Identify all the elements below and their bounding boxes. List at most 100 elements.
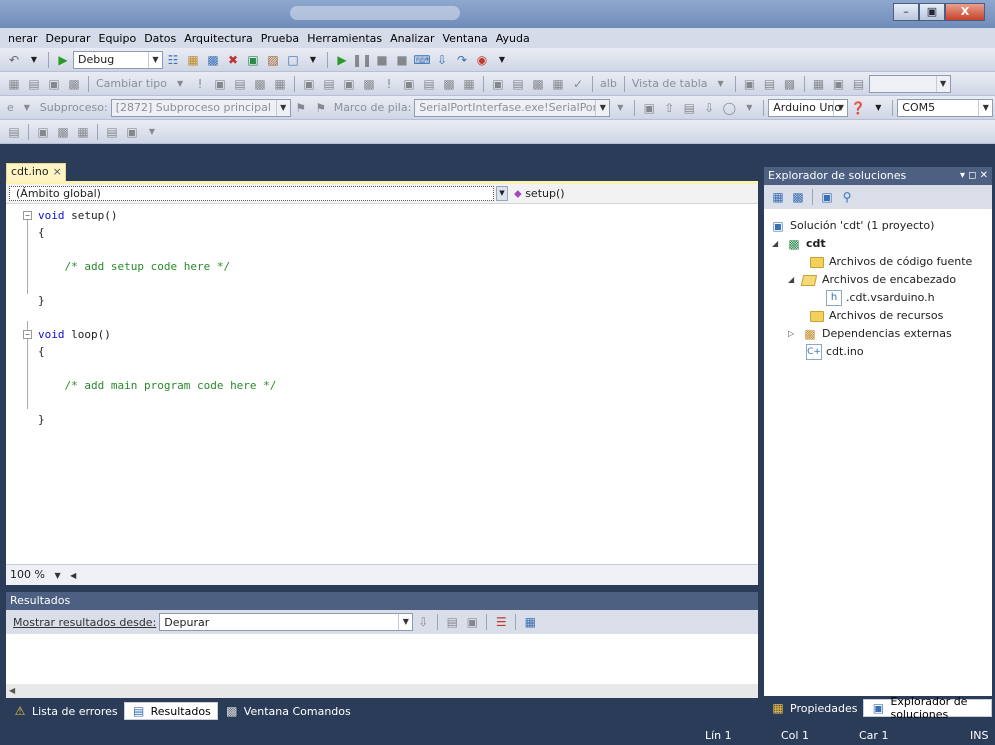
spacing-icon[interactable]: ▩ [55, 124, 71, 140]
menu-equipo[interactable]: Equipo [95, 32, 141, 45]
undo-icon[interactable]: ↶ [6, 52, 22, 68]
output-source-select[interactable]: Depurar ▼ [159, 613, 414, 631]
bookmark-icon[interactable]: ⇩ [701, 100, 717, 116]
results-pane-icon[interactable]: ▩ [361, 76, 377, 92]
object-browser-icon[interactable]: ▨ [265, 52, 281, 68]
key-icon[interactable]: ▩ [530, 76, 546, 92]
board-properties-icon[interactable]: ❓ [850, 100, 866, 116]
menu-prueba[interactable]: Prueba [257, 32, 303, 45]
dropdown-icon[interactable]: ▼ [741, 100, 757, 116]
table-icon[interactable]: ▦ [6, 76, 22, 92]
prev-message-icon[interactable]: ▤ [444, 614, 460, 630]
menu-generar[interactable]: nerar [4, 32, 42, 45]
step-into-icon[interactable]: ⇩ [434, 52, 450, 68]
solution-explorer-icon[interactable]: ▦ [185, 52, 201, 68]
member-select[interactable]: ⬥ setup() [514, 186, 565, 201]
dropdown-icon[interactable]: ▼ [870, 100, 886, 116]
indent-icon[interactable]: ⇧ [661, 100, 677, 116]
scroll-left-icon[interactable]: ◀ [70, 571, 76, 580]
tree-node-project[interactable]: ◢ ▩ cdt [772, 235, 826, 253]
alb-label[interactable]: alb [600, 77, 617, 90]
word-wrap-icon[interactable]: ▦ [522, 614, 538, 630]
dropdown-icon[interactable]: ▼ [612, 100, 628, 116]
change-type-button[interactable]: Cambiar tipo [96, 77, 167, 90]
tab-results[interactable]: ▤ Resultados [123, 702, 218, 720]
relationship-icon[interactable]: ▤ [510, 76, 526, 92]
extension-manager-icon[interactable]: □ [285, 52, 301, 68]
show-all-files-icon[interactable]: ▩ [790, 189, 806, 205]
dropdown-icon[interactable]: ▼ [172, 76, 188, 92]
verify-sql-icon[interactable]: ▣ [212, 76, 228, 92]
add-derived-table-icon[interactable]: ▦ [272, 76, 288, 92]
add-table-icon[interactable]: ▩ [252, 76, 268, 92]
class-view-icon[interactable]: ▣ [245, 52, 261, 68]
tab-error-list[interactable]: ⚠ Lista de errores [6, 702, 124, 720]
properties-icon[interactable]: ▦ [770, 189, 786, 205]
run-icon[interactable]: ! [381, 76, 397, 92]
menu-datos[interactable]: Datos [140, 32, 180, 45]
code-area[interactable]: − void setup() { /* add setup code here *… [6, 207, 758, 428]
sql-icon[interactable]: ▣ [46, 76, 62, 92]
maximize-button[interactable]: ▣ [919, 3, 945, 21]
diagram-pane-icon[interactable]: ▣ [301, 76, 317, 92]
arrange-icon[interactable]: ▩ [782, 76, 798, 92]
menu-herramientas[interactable]: Herramientas [303, 32, 386, 45]
column-icon[interactable]: ▤ [26, 76, 42, 92]
start-debug-icon[interactable]: ▶ [55, 52, 71, 68]
dropdown-icon[interactable]: ▼ [305, 52, 321, 68]
filter-icon[interactable]: ▩ [441, 76, 457, 92]
thread-select[interactable]: [2872] Subproceso principal ▼ [110, 98, 291, 117]
align-icon[interactable]: ▤ [6, 124, 22, 140]
board-select[interactable]: Arduino Uno ▼ [768, 98, 849, 117]
chevron-down-icon[interactable]: ▼ [496, 186, 508, 201]
dropdown-icon[interactable]: ▼ [26, 52, 42, 68]
menu-analizar[interactable]: Analizar [386, 32, 438, 45]
tree-node-resource-files[interactable]: Archivos de recursos [810, 307, 943, 325]
panel-controls[interactable]: ▾ ◻ ✕ [960, 167, 988, 185]
outdent-icon[interactable]: ▤ [681, 100, 697, 116]
clear-all-icon[interactable]: ☰ [493, 614, 509, 630]
results-output[interactable] [6, 634, 758, 684]
collapse-icon[interactable]: − [23, 330, 32, 339]
copy-icon[interactable]: ▦ [461, 76, 477, 92]
empty-select[interactable]: ▼ [868, 74, 951, 93]
toolbox-icon[interactable]: ✖ [225, 52, 241, 68]
tree-node-header-file[interactable]: h .cdt.vsarduino.h [826, 289, 935, 307]
check-icon[interactable]: ✓ [570, 76, 586, 92]
horizontal-scrollbar[interactable]: ◀ [6, 684, 758, 698]
code-editor[interactable]: (Ámbito global) ▼ ⬥ setup() − void setup(… [6, 181, 758, 585]
zoom-level[interactable]: 100 % [10, 568, 45, 581]
tree-node-source-files[interactable]: Archivos de código fuente [810, 253, 972, 271]
tree-node-external-deps[interactable]: ▷ ▩ Dependencias externas [788, 325, 952, 343]
tree-node-ino-file[interactable]: C+ cdt.ino [806, 343, 864, 361]
verify-icon[interactable]: ▣ [401, 76, 417, 92]
lock-controls-icon[interactable]: ▣ [124, 124, 140, 140]
recalc-icon[interactable]: ▤ [851, 76, 867, 92]
page-break-icon[interactable]: ▣ [831, 76, 847, 92]
tree-node-solution[interactable]: ▣ Solución 'cdt' (1 proyecto) [770, 217, 934, 235]
table-view-button[interactable]: Vista de tabla [632, 77, 708, 90]
minimize-button[interactable]: – [893, 3, 919, 21]
find-in-files-icon[interactable]: ☷ [165, 52, 181, 68]
dropdown-icon[interactable]: ▼ [713, 76, 729, 92]
center-icon[interactable]: ▦ [75, 124, 91, 140]
pause-icon[interactable]: ❚❚ [352, 52, 372, 68]
view-class-diagram-icon[interactable]: ⚲ [839, 189, 855, 205]
make-same-size-icon[interactable]: ▣ [35, 124, 51, 140]
continue-icon[interactable]: ▶ [334, 52, 350, 68]
tab-cdt-ino[interactable]: cdt.ino × [6, 163, 66, 181]
port-select[interactable]: COM5 ▼ [897, 98, 994, 117]
chevron-down-icon[interactable]: ▼ [54, 571, 60, 580]
scope-select[interactable]: (Ámbito global) [9, 186, 494, 201]
layout-icon[interactable]: ▣ [490, 76, 506, 92]
menu-depurar[interactable]: Depurar [42, 32, 95, 45]
solution-config-select[interactable]: Debug ▼ [73, 50, 163, 69]
menu-ayuda[interactable]: Ayuda [492, 32, 534, 45]
find-message-icon[interactable]: ⇩ [415, 614, 431, 630]
next-bookmark-icon[interactable]: ◯ [721, 100, 737, 116]
menu-ventana[interactable]: Ventana [439, 32, 492, 45]
refresh-icon[interactable]: ▣ [819, 189, 835, 205]
menu-arquitectura[interactable]: Arquitectura [180, 32, 257, 45]
breakpoint-icon[interactable]: ◉ [474, 52, 490, 68]
dropdown-icon[interactable]: ▼ [494, 52, 510, 68]
